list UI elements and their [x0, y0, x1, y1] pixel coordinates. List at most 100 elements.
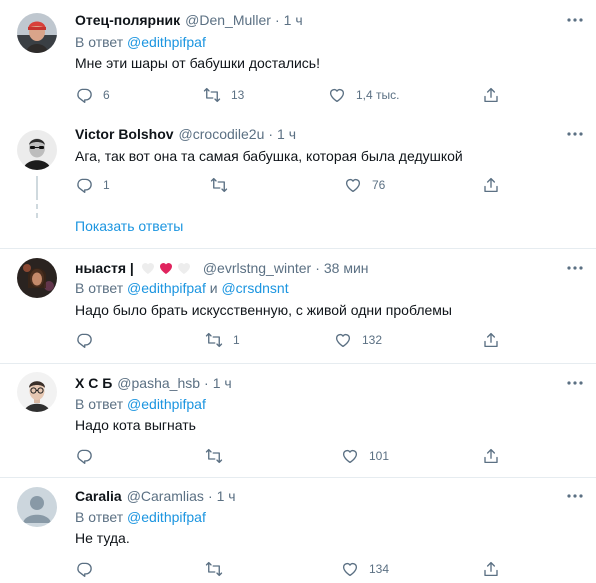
tweet-text: Не туда.	[75, 530, 130, 546]
share-icon	[482, 560, 500, 578]
share-icon	[482, 86, 500, 104]
reply-icon	[75, 447, 93, 465]
reply-context: В ответ @edithpifpaf	[75, 396, 206, 412]
more-icon[interactable]	[566, 15, 584, 25]
reply-button[interactable]	[75, 446, 93, 466]
like-count: 101	[369, 449, 390, 463]
retweet-count: 1	[233, 333, 240, 347]
reply-icon	[75, 86, 93, 104]
share-icon	[482, 447, 500, 465]
retweet-button[interactable]	[210, 175, 238, 195]
reply-icon	[75, 560, 93, 578]
separator-dot: ·	[274, 12, 280, 28]
reply-to-link-2[interactable]: @crsdnsnt	[221, 280, 288, 296]
share-button[interactable]	[482, 175, 500, 195]
retweet-count: 13	[231, 88, 245, 102]
reply-button[interactable]	[75, 330, 93, 350]
heart-emoji-icon	[140, 260, 156, 276]
reply-to-link[interactable]: @edithpifpaf	[127, 280, 206, 296]
retweet-button[interactable]: 1	[205, 330, 240, 350]
like-button[interactable]: 101	[341, 446, 389, 466]
show-replies-link[interactable]: Показать ответы	[75, 218, 183, 234]
tweet-text: Надо было брать искусственную, с живой о…	[75, 302, 452, 318]
reply-context: В ответ @edithpifpaf	[75, 509, 206, 525]
like-icon	[344, 176, 362, 194]
timestamp[interactable]: 1 ч	[213, 375, 232, 391]
like-icon	[334, 331, 352, 349]
more-icon[interactable]	[566, 491, 584, 501]
share-button[interactable]	[482, 559, 500, 579]
tweet-header: Victor Bolshov @crocodile2u · 1 ч	[75, 124, 296, 144]
like-count: 76	[372, 178, 386, 192]
reply-button[interactable]: 6	[75, 85, 110, 105]
reply-button[interactable]	[75, 559, 93, 579]
timestamp[interactable]: 1 ч	[277, 126, 296, 142]
like-button[interactable]: 132	[334, 330, 382, 350]
user-handle[interactable]: @pasha_hsb	[117, 375, 200, 391]
reply-prefix: В ответ	[75, 509, 124, 525]
like-button[interactable]: 1,4 тыс.	[328, 85, 399, 105]
user-handle[interactable]: @Den_Muller	[185, 12, 271, 28]
timestamp[interactable]: 1 ч	[217, 488, 236, 504]
reply-to-link[interactable]: @edithpifpaf	[127, 34, 206, 50]
reply-and: и	[209, 280, 218, 296]
reply-icon	[75, 331, 93, 349]
user-handle[interactable]: @crocodile2u	[179, 126, 265, 142]
thread-line	[36, 176, 38, 200]
avatar[interactable]	[17, 372, 57, 412]
user-handle[interactable]: @evrlstng_winter	[203, 260, 311, 276]
separator-dot: ·	[315, 260, 320, 276]
like-icon	[341, 447, 359, 465]
more-icon[interactable]	[566, 129, 584, 139]
tweet-header: Отец-полярник @Den_Muller · 1 ч	[75, 10, 303, 30]
display-name[interactable]: Victor Bolshov	[75, 126, 174, 142]
reply-prefix: В ответ	[75, 34, 124, 50]
heart-emoji-icon	[158, 260, 174, 276]
user-handle[interactable]: @Caramlias	[127, 488, 204, 504]
like-button[interactable]: 76	[344, 175, 385, 195]
retweet-icon	[205, 560, 223, 578]
reply-count: 6	[103, 88, 110, 102]
reply-context: В ответ @edithpifpaf	[75, 34, 206, 50]
display-name[interactable]: Caralia	[75, 488, 122, 504]
tweet-text: Надо кота выгнать	[75, 417, 196, 433]
more-icon[interactable]	[566, 378, 584, 388]
tweet-text: Ага, так вот она та самая бабушка, котор…	[75, 148, 463, 164]
reply-button[interactable]: 1	[75, 175, 110, 195]
share-button[interactable]	[482, 85, 500, 105]
display-name[interactable]: ныастя |	[75, 260, 134, 276]
avatar[interactable]	[17, 13, 57, 53]
reply-prefix: В ответ	[75, 396, 124, 412]
heart-emoji-icon	[176, 260, 192, 276]
avatar[interactable]	[17, 130, 57, 170]
share-icon	[482, 331, 500, 349]
reply-prefix: В ответ	[75, 280, 124, 296]
like-button[interactable]: 134	[341, 559, 389, 579]
like-icon	[328, 86, 346, 104]
display-name[interactable]: Х С Б	[75, 375, 112, 391]
more-icon[interactable]	[566, 263, 584, 273]
separator-dot: ·	[207, 488, 213, 504]
reply-context: В ответ @edithpifpaf и @crsdnsnt	[75, 280, 289, 296]
retweet-button[interactable]	[205, 446, 223, 466]
like-count: 132	[362, 333, 383, 347]
retweet-icon	[205, 447, 223, 465]
reply-to-link[interactable]: @edithpifpaf	[127, 509, 206, 525]
retweet-button[interactable]	[205, 559, 223, 579]
timestamp[interactable]: 38 мин	[324, 260, 369, 276]
divider	[0, 477, 596, 478]
share-button[interactable]	[482, 446, 500, 466]
timestamp[interactable]: 1 ч	[284, 12, 303, 28]
retweet-button[interactable]: 13	[203, 85, 244, 105]
like-count: 134	[369, 562, 390, 576]
reply-to-link[interactable]: @edithpifpaf	[127, 396, 206, 412]
avatar[interactable]	[17, 487, 57, 527]
reply-icon	[75, 176, 93, 194]
tweet-text: Мне эти шары от бабушки достались!	[75, 55, 320, 71]
avatar[interactable]	[17, 258, 57, 298]
display-name[interactable]: Отец-полярник	[75, 12, 180, 28]
name-emojis	[140, 260, 192, 276]
thread-line	[36, 204, 38, 209]
share-button[interactable]	[482, 330, 500, 350]
retweet-icon	[203, 86, 221, 104]
